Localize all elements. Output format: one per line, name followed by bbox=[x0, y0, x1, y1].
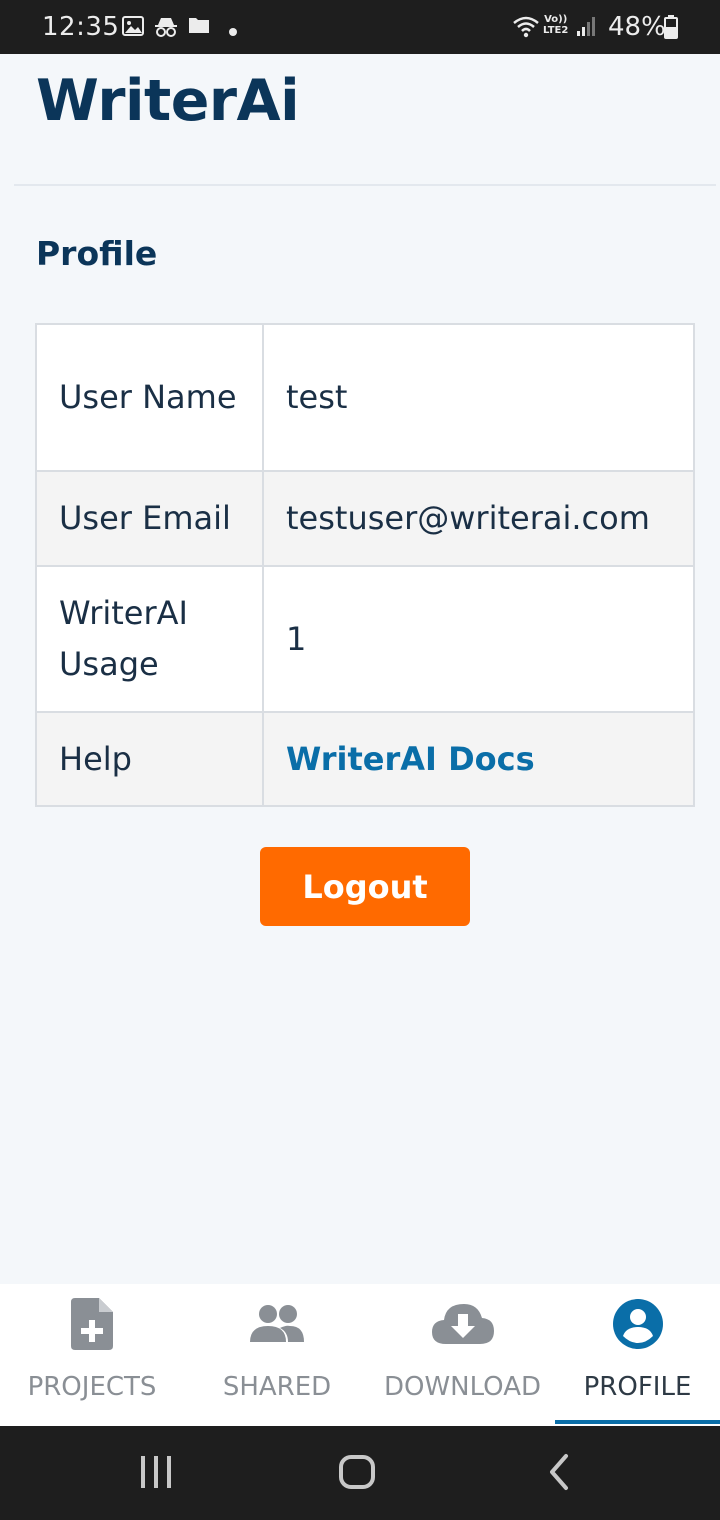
docs-link[interactable]: WriterAI Docs bbox=[286, 740, 535, 778]
nav-label-profile: PROFILE bbox=[583, 1372, 692, 1402]
system-nav-bar bbox=[0, 1426, 720, 1520]
help-cell: WriterAI Docs bbox=[262, 711, 695, 807]
signal-icon bbox=[576, 15, 596, 41]
recent-apps-icon[interactable] bbox=[138, 1452, 174, 1496]
header-divider bbox=[14, 184, 716, 186]
image-icon bbox=[122, 16, 144, 40]
status-time: 12:35 bbox=[42, 12, 120, 42]
bottom-nav: PROJECTS SHARED DOWNLOAD PROFILE bbox=[0, 1284, 720, 1426]
battery-icon bbox=[664, 15, 678, 43]
status-bar: 12:35 Vo)) LTE2 48% bbox=[0, 0, 720, 54]
wifi-icon bbox=[512, 16, 540, 42]
home-icon[interactable] bbox=[338, 1452, 376, 1496]
account-circle-icon bbox=[612, 1298, 664, 1354]
usage-label: WriterAI Usage bbox=[35, 565, 264, 713]
active-tab-indicator bbox=[555, 1420, 720, 1424]
nav-label-download: DOWNLOAD bbox=[383, 1372, 541, 1402]
table-row: Help WriterAI Docs bbox=[35, 711, 695, 807]
nav-item-profile[interactable]: PROFILE bbox=[555, 1284, 720, 1426]
user-email-value: testuser@writerai.com bbox=[262, 470, 695, 567]
nav-label-shared: SHARED bbox=[222, 1372, 332, 1402]
user-email-label: User Email bbox=[35, 470, 264, 567]
nav-item-projects[interactable]: PROJECTS bbox=[0, 1284, 184, 1426]
nav-item-shared[interactable]: SHARED bbox=[184, 1284, 370, 1426]
help-label: Help bbox=[35, 711, 264, 807]
table-row: WriterAI Usage 1 bbox=[35, 565, 695, 713]
user-name-label: User Name bbox=[35, 323, 264, 472]
add-document-icon bbox=[71, 1298, 113, 1354]
logout-button[interactable]: Logout bbox=[260, 847, 470, 926]
network-label-bottom: LTE2 bbox=[543, 25, 569, 36]
incognito-icon bbox=[154, 16, 178, 42]
battery-percent: 48% bbox=[608, 12, 666, 42]
network-label-top: Vo)) bbox=[544, 14, 568, 25]
user-name-value: test bbox=[262, 323, 695, 472]
network-type: Vo)) LTE2 bbox=[543, 14, 568, 36]
dot-icon bbox=[228, 22, 238, 41]
back-icon[interactable] bbox=[544, 1452, 574, 1496]
cloud-download-icon bbox=[431, 1302, 494, 1348]
nav-label-projects: PROJECTS bbox=[27, 1372, 157, 1402]
table-row: User Email testuser@writerai.com bbox=[35, 470, 695, 567]
usage-value: 1 bbox=[262, 565, 695, 713]
profile-table: User Name test User Email testuser@write… bbox=[35, 323, 695, 807]
app-title: WriterAi bbox=[36, 68, 300, 134]
nav-item-download[interactable]: DOWNLOAD bbox=[370, 1284, 555, 1426]
page-title: Profile bbox=[36, 234, 158, 273]
people-icon bbox=[248, 1304, 306, 1348]
table-row: User Name test bbox=[35, 323, 695, 472]
folder-icon bbox=[188, 16, 210, 38]
